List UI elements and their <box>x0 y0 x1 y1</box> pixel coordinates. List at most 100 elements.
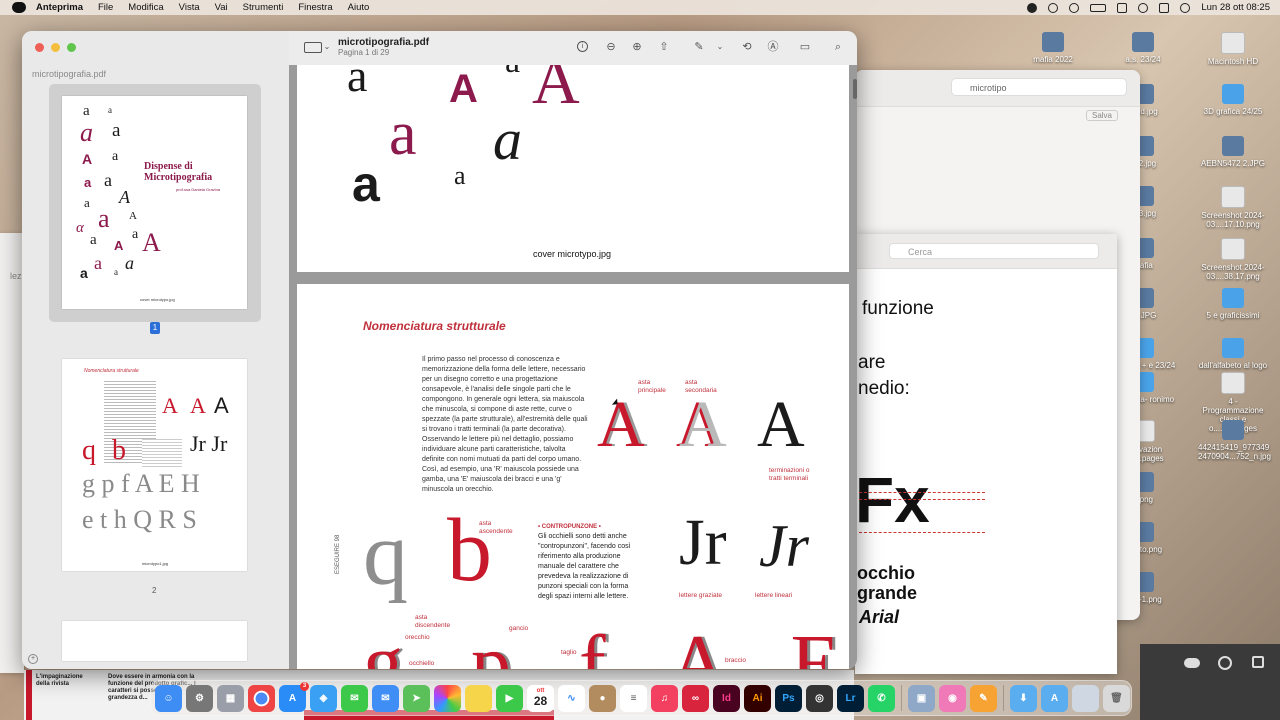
mail-icon[interactable]: ✉ <box>372 684 399 712</box>
indesign-icon[interactable]: Id <box>713 684 740 712</box>
search-icon[interactable] <box>1138 2 1149 13</box>
chevron-down-icon[interactable]: ⌄ <box>714 41 726 53</box>
desktop-icon[interactable]: Screenshot 2024-03....38.17.png <box>1198 238 1268 281</box>
finder-icon[interactable]: ☺ <box>155 684 182 712</box>
zoom-out-icon[interactable]: ⊖ <box>605 41 617 53</box>
thumbnail-page-2[interactable]: Nomenclatura strutturale A A A Jr Jr q b… <box>62 359 247 571</box>
menu-app-name[interactable]: Anteprima <box>36 2 83 13</box>
zoom-in-icon[interactable]: ⊕ <box>631 41 643 53</box>
zoom-button[interactable] <box>67 43 76 52</box>
thumb-glyph: a <box>98 204 110 233</box>
freeform-icon[interactable]: ∿ <box>558 684 585 712</box>
calendar-icon[interactable]: ott 28 <box>527 684 554 712</box>
desktop-icon[interactable]: dall'alfabeto al logo <box>1198 338 1268 370</box>
folder-stack-icon[interactable] <box>1072 684 1099 712</box>
desktop-icon-label: AEBN5472 2.JPG <box>1200 159 1266 168</box>
menu-modifica[interactable]: Modifica <box>128 2 163 13</box>
facetime-icon[interactable]: ▶ <box>496 684 523 712</box>
thumbnail-page-3[interactable] <box>62 621 247 661</box>
letter-q: q <box>363 505 408 604</box>
desktop-icon[interactable]: AEBN5472 2.JPG <box>1198 136 1268 168</box>
photo-booth-icon[interactable]: ◉ <box>939 684 966 712</box>
bottom-letters: g p f A E H <box>363 620 857 669</box>
time-machine-icon[interactable] <box>1069 2 1080 13</box>
recording-icon[interactable] <box>1027 2 1038 13</box>
menu-aiuto[interactable]: Aiuto <box>348 2 370 13</box>
menu-clock[interactable]: Lun 28 ott 08:25 <box>1201 2 1270 13</box>
control-center-icon[interactable] <box>1159 2 1170 13</box>
creative-cloud-icon[interactable]: ∞ <box>682 684 709 712</box>
settings-icon[interactable]: ⚙ <box>186 684 213 712</box>
scrollbar[interactable] <box>853 79 857 99</box>
applications-folder-icon[interactable]: A <box>1041 684 1068 712</box>
contacts-icon[interactable]: ● <box>589 684 616 712</box>
safari-icon[interactable]: ◈ <box>310 684 337 712</box>
preview-window[interactable]: microtipografia.pdf a a a a A a a a Disp… <box>22 31 857 669</box>
desktop-icon[interactable]: mafia 2022 <box>1018 32 1088 64</box>
image-file-icon <box>1042 32 1064 52</box>
desktop-icon[interactable]: 442415419_977349 2470904...752_n.jpg <box>1198 420 1271 461</box>
messages-icon[interactable]: ✉ <box>341 684 368 712</box>
menu-file[interactable]: File <box>98 2 113 13</box>
gift-icon[interactable] <box>1252 656 1264 668</box>
siri-icon[interactable] <box>1180 2 1191 13</box>
form-fill-icon[interactable]: ▭ <box>799 41 811 53</box>
add-icon[interactable]: + <box>28 654 38 664</box>
folder-icon <box>1222 84 1244 104</box>
desktop-icon[interactable]: 3D grafica 24/25 <box>1198 84 1268 116</box>
photos-icon[interactable] <box>434 684 461 712</box>
menu-vista[interactable]: Vista <box>179 2 200 13</box>
rotate-icon[interactable]: ⟲ <box>741 41 753 53</box>
menu-strumenti[interactable]: Strumenti <box>243 2 284 13</box>
share-icon[interactable]: ⇧ <box>658 41 670 53</box>
thumb-caption: cover microtypo.jpg <box>140 297 175 302</box>
downloads-folder-icon[interactable]: ⬇ <box>1010 684 1037 712</box>
document-search-field[interactable]: Cerca <box>889 243 1099 259</box>
quicktime-icon[interactable]: ◎ <box>806 684 833 712</box>
info-icon[interactable]: i <box>577 41 588 52</box>
save-search-button[interactable]: Salva <box>1085 110 1118 121</box>
close-button[interactable] <box>35 43 44 52</box>
battery-icon[interactable] <box>1090 3 1107 12</box>
chrome-icon[interactable] <box>248 684 275 712</box>
maps-icon[interactable]: ➤ <box>403 684 430 712</box>
menu-vai[interactable]: Vai <box>215 2 228 13</box>
background-document-window[interactable]: Cerca funzione are nedio: Fx occhio gran… <box>855 234 1117 674</box>
apple-menu-icon[interactable] <box>12 2 26 13</box>
lightroom-icon[interactable]: Lr <box>837 684 864 712</box>
search-icon[interactable]: ⌕ <box>832 41 844 53</box>
notes-icon[interactable] <box>465 684 492 712</box>
illustrator-icon[interactable]: Ai <box>744 684 771 712</box>
reminders-icon[interactable]: ≡ <box>620 684 647 712</box>
pages-icon[interactable]: ✎ <box>970 684 997 712</box>
document-view[interactable]: a A a A a a a a cover microtypo.jpg Nome… <box>289 65 857 669</box>
background-window-left[interactable]: lez <box>0 233 24 673</box>
desktop-icon[interactable]: Screenshot 2024-03....17.10.png <box>1198 186 1268 229</box>
desktop-icon[interactable]: 5 e graficissimi <box>1198 288 1268 320</box>
calendar-day: 28 <box>533 694 548 708</box>
app-store-icon[interactable]: A3 <box>279 681 309 712</box>
creative-cloud-icon[interactable] <box>1048 2 1059 13</box>
desktop-icon[interactable]: Macintosh HD <box>1198 32 1268 66</box>
finder-search-field[interactable]: microtipo <box>951 78 1127 96</box>
photoshop-icon[interactable]: Ps <box>775 684 802 712</box>
doc-text-fx: Fx <box>855 464 930 536</box>
minimize-button[interactable] <box>51 43 60 52</box>
sidebar-toggle-icon[interactable] <box>304 42 322 53</box>
search-icon[interactable] <box>1218 656 1232 670</box>
thumbnail-page-1[interactable]: a a a a A a a a Dispense di Microtipogra… <box>62 96 247 309</box>
music-icon[interactable]: ♫ <box>651 684 678 712</box>
letters-jr-sans: Jr <box>759 513 809 579</box>
annotate-icon[interactable]: Ⓐ <box>767 41 779 53</box>
whatsapp-icon[interactable]: ✆ <box>868 684 895 712</box>
trash-icon[interactable]: 🗑 <box>1103 684 1130 712</box>
cloud-icon[interactable] <box>1184 658 1200 668</box>
markup-pen-icon[interactable]: ✎ <box>693 41 705 53</box>
menu-finestra[interactable]: Finestra <box>298 2 332 13</box>
thumb-glyph: a <box>114 267 118 277</box>
preview-icon[interactable]: ▣ <box>908 684 935 712</box>
launchpad-icon[interactable]: ▦ <box>217 684 244 712</box>
desktop-icon[interactable]: a.s. 23/24 <box>1108 32 1178 64</box>
chevron-down-icon[interactable]: ⌄ <box>321 41 333 53</box>
wifi-icon[interactable] <box>1117 2 1128 13</box>
